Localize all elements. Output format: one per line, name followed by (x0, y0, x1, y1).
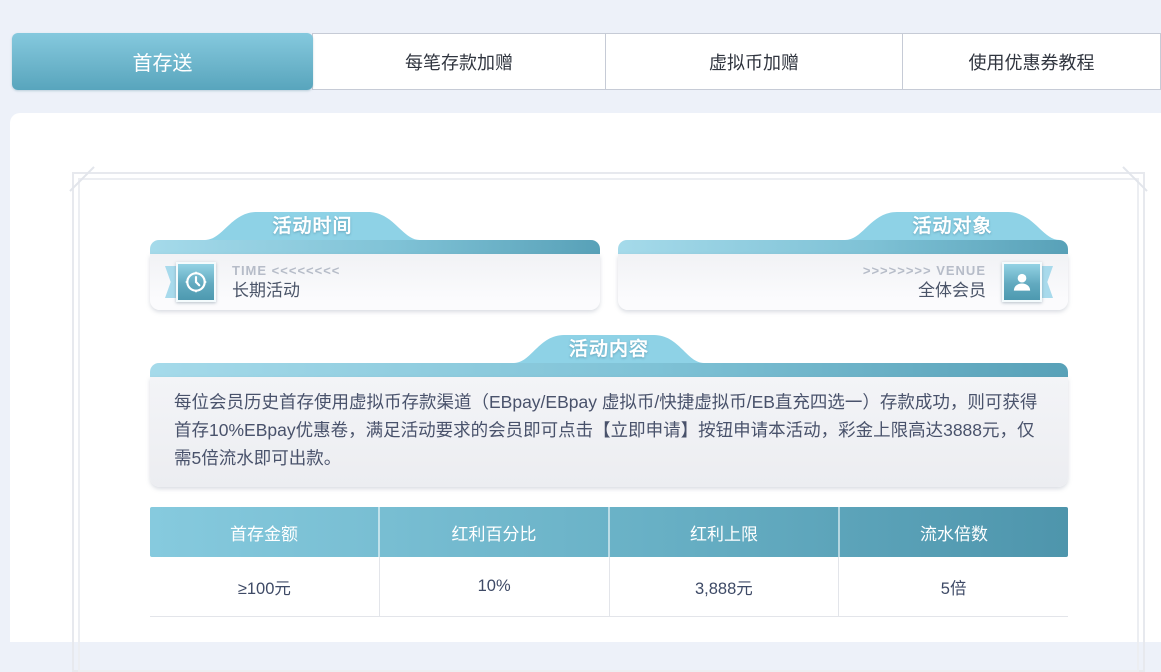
activity-content-text: 每位会员历史首存使用虚拟币存款渠道（EBpay/EBpay 虚拟币/快捷虚拟币/… (150, 377, 1068, 487)
info-cards-row: 活动时间 (150, 212, 1068, 310)
main-panel: 活动时间 (10, 113, 1161, 642)
activity-time-body: TIME <<<<<<<< 长期活动 (150, 254, 600, 310)
activity-venue-strip (618, 240, 1068, 254)
col-header-deposit-amount: 首存金额 (150, 507, 380, 557)
activity-time-badge: 活动时间 (205, 212, 420, 240)
member-icon (1002, 262, 1042, 302)
tab-coupon-tutorial[interactable]: 使用优惠券教程 (902, 33, 1161, 90)
tab-first-deposit-bonus[interactable]: 首存送 (12, 33, 313, 90)
venue-eyebrow: >>>>>>>> VENUE (863, 263, 986, 279)
time-value: 长期活动 (232, 280, 340, 301)
tab-every-deposit-bonus[interactable]: 每笔存款加赠 (312, 33, 606, 90)
bonus-table-header: 首存金额 红利百分比 红利上限 流水倍数 (150, 507, 1068, 557)
col-header-bonus-percent: 红利百分比 (380, 507, 610, 557)
cell-deposit-amount: ≥100元 (150, 557, 380, 616)
col-header-bonus-cap: 红利上限 (610, 507, 840, 557)
activity-time-text: TIME <<<<<<<< 长期活动 (232, 263, 340, 301)
bonus-table: 首存金额 红利百分比 红利上限 流水倍数 ≥100元 10% 3,888元 5倍 (150, 507, 1068, 617)
frame-corner-right (1122, 166, 1147, 191)
activity-content-section: 活动内容 每位会员历史首存使用虚拟币存款渠道（EBpay/EBpay 虚拟币/快… (150, 335, 1068, 487)
cell-turnover-multiple: 5倍 (839, 557, 1068, 616)
tab-bar: 首存送 每笔存款加赠 虚拟币加赠 使用优惠券教程 (0, 33, 1161, 90)
promotions-page: 首存送 每笔存款加赠 虚拟币加赠 使用优惠券教程 活动时间 (0, 0, 1161, 642)
cell-bonus-percent: 10% (380, 557, 610, 616)
clock-icon (176, 262, 216, 302)
activity-content-badge: 活动内容 (514, 335, 704, 363)
time-eyebrow: TIME <<<<<<<< (232, 263, 340, 279)
activity-venue-badge: 活动对象 (845, 212, 1060, 240)
activity-time-card: 活动时间 (150, 212, 600, 310)
promo-content: 活动时间 (150, 212, 1068, 617)
activity-venue-card: 活动对象 >>>>>>>> VENUE 全体会员 (618, 212, 1068, 310)
activity-content-strip (150, 363, 1068, 377)
activity-venue-body: >>>>>>>> VENUE 全体会员 (618, 254, 1068, 310)
frame-corner-left (69, 166, 94, 191)
activity-time-strip (150, 240, 600, 254)
tab-crypto-bonus[interactable]: 虚拟币加赠 (605, 33, 903, 90)
activity-venue-text: >>>>>>>> VENUE 全体会员 (863, 263, 986, 301)
col-header-turnover-multiple: 流水倍数 (840, 507, 1068, 557)
table-row: ≥100元 10% 3,888元 5倍 (150, 557, 1068, 617)
venue-value: 全体会员 (863, 280, 986, 301)
cell-bonus-cap: 3,888元 (610, 557, 840, 616)
